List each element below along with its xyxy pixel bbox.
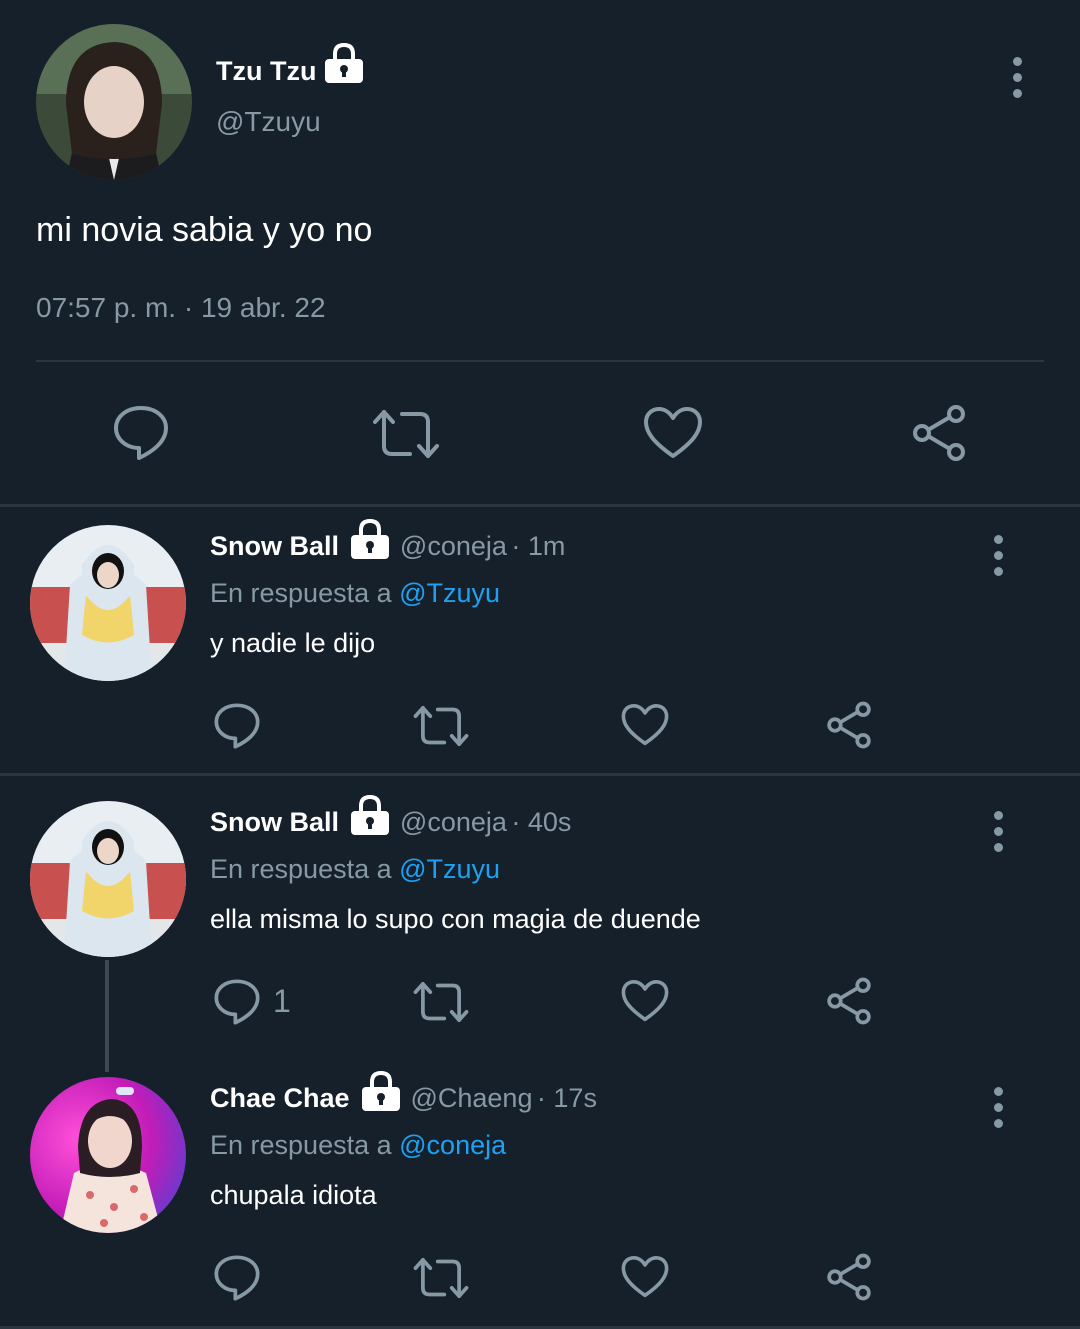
retweet-icon[interactable] xyxy=(413,1256,469,1300)
more-options-icon[interactable] xyxy=(990,1087,1006,1128)
display-name[interactable]: Snow Ball xyxy=(210,807,339,837)
reply-text: y nadie le dijo xyxy=(210,628,376,658)
divider xyxy=(0,773,1080,776)
more-options-icon[interactable] xyxy=(990,811,1006,852)
more-options-icon[interactable] xyxy=(1009,57,1025,98)
reply-header: Snow Ball @coneja · 1m xyxy=(210,519,566,565)
like-icon[interactable] xyxy=(621,703,669,747)
share-icon[interactable] xyxy=(910,404,968,462)
lock-icon xyxy=(349,518,391,565)
reply-icon[interactable] xyxy=(213,978,261,1026)
retweet-icon[interactable] xyxy=(413,704,469,748)
display-name[interactable]: Chae Chae xyxy=(210,1083,350,1113)
lock-icon xyxy=(360,1070,402,1117)
share-icon[interactable] xyxy=(825,1253,873,1301)
reply-time: · 1m xyxy=(511,531,566,561)
lock-icon xyxy=(349,794,391,841)
avatar[interactable] xyxy=(36,24,192,180)
reply-icon[interactable] xyxy=(213,702,261,750)
reply-text: ella misma lo supo con magia de duende xyxy=(210,904,701,934)
like-icon[interactable] xyxy=(643,406,703,460)
divider xyxy=(36,360,1044,362)
handle[interactable]: @Tzuyu xyxy=(216,106,321,138)
mention-link[interactable]: @Tzuyu xyxy=(399,578,500,608)
lock-icon xyxy=(323,42,365,89)
reply-text: chupala idiota xyxy=(210,1180,377,1210)
like-icon[interactable] xyxy=(621,1255,669,1299)
tweet-text: mi novia sabia y yo no xyxy=(36,211,373,249)
avatar[interactable] xyxy=(30,801,186,957)
handle[interactable]: @coneja xyxy=(400,807,507,837)
reply-icon[interactable] xyxy=(213,1254,261,1302)
share-icon[interactable] xyxy=(825,977,873,1025)
reply-icon[interactable] xyxy=(112,404,170,462)
retweet-icon[interactable] xyxy=(413,980,469,1024)
in-reply-to: En respuesta a @Tzuyu xyxy=(210,854,501,884)
handle[interactable]: @coneja xyxy=(400,531,507,561)
in-reply-to: En respuesta a @coneja xyxy=(210,1130,507,1160)
reply-header: Chae Chae @Chaeng · 17s xyxy=(210,1071,597,1117)
like-icon[interactable] xyxy=(621,979,669,1023)
display-name[interactable]: Tzu Tzu xyxy=(216,56,316,87)
retweet-icon[interactable] xyxy=(372,408,440,460)
share-icon[interactable] xyxy=(825,701,873,749)
handle[interactable]: @Chaeng xyxy=(410,1083,532,1113)
reply-time: · 40s xyxy=(511,807,572,837)
in-reply-to: En respuesta a @Tzuyu xyxy=(210,578,501,608)
mention-link[interactable]: @Tzuyu xyxy=(399,854,500,884)
reply-header: Snow Ball @coneja · 40s xyxy=(210,795,572,841)
divider xyxy=(0,504,1080,507)
more-options-icon[interactable] xyxy=(990,535,1006,576)
display-name[interactable]: Snow Ball xyxy=(210,531,339,561)
avatar[interactable] xyxy=(30,525,186,681)
reply-time: · 17s xyxy=(536,1083,597,1113)
reply-count: 1 xyxy=(273,983,291,1019)
avatar[interactable] xyxy=(30,1077,186,1233)
mention-link[interactable]: @coneja xyxy=(399,1130,506,1160)
timestamp: 07:57 p. m. · 19 abr. 22 xyxy=(36,292,326,323)
thread-line xyxy=(105,960,109,1072)
